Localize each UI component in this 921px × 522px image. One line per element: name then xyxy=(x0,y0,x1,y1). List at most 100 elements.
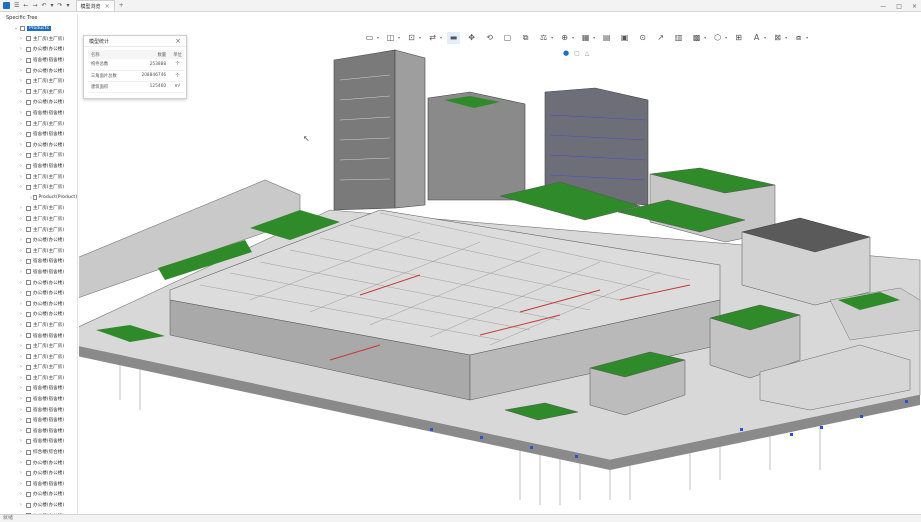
dropdown-caret-icon[interactable]: ▾ xyxy=(764,35,766,40)
tree-item[interactable]: ›办公楼(办公楼) xyxy=(0,500,77,511)
minimize-button[interactable]: — xyxy=(880,3,886,10)
box-icon[interactable]: ▢ xyxy=(574,50,580,57)
checkbox[interactable] xyxy=(26,407,31,413)
text-icon[interactable]: A xyxy=(750,32,763,44)
checkbox[interactable] xyxy=(26,57,31,63)
tree-item[interactable]: ›办公楼(办公楼) xyxy=(0,277,77,288)
checkbox[interactable] xyxy=(33,195,37,201)
checkbox[interactable] xyxy=(26,449,31,455)
document-tab[interactable]: 模型浏览 × xyxy=(75,0,115,11)
tree-item[interactable]: › 主厂房(主厂房) xyxy=(0,34,77,45)
grid-icon[interactable]: ▩ xyxy=(690,32,703,44)
checkbox[interactable] xyxy=(26,301,31,307)
undo-icon[interactable]: ↶ xyxy=(41,1,46,11)
checkbox[interactable] xyxy=(26,491,31,497)
properties-icon[interactable]: ▤ xyxy=(600,32,613,44)
menu-icon[interactable]: ☰ xyxy=(14,1,19,11)
checkbox[interactable] xyxy=(26,227,31,233)
tree-item[interactable]: › 主厂房(主厂房) xyxy=(0,373,77,384)
dropdown-caret-icon[interactable]: ▾ xyxy=(440,35,442,40)
checkbox[interactable] xyxy=(26,248,31,254)
transparency-icon[interactable]: ▦ xyxy=(579,32,592,44)
checkbox[interactable] xyxy=(26,417,31,423)
active-dot-icon[interactable]: ● xyxy=(563,49,569,57)
maximize-button[interactable]: □ xyxy=(896,3,902,10)
checkbox[interactable] xyxy=(26,460,31,466)
checkbox[interactable] xyxy=(20,25,25,31)
tree-item[interactable]: ›办公楼(办公楼) xyxy=(0,288,77,299)
tree-item[interactable]: ›办公楼(办公楼) xyxy=(0,97,77,108)
tree-item[interactable]: › 宿舍楼(宿舍楼) xyxy=(0,161,77,172)
tree-item[interactable]: › 主厂房(主厂房) xyxy=(0,87,77,98)
tree-item[interactable]: › 宿舍楼(宿舍楼) xyxy=(0,426,77,437)
checkbox[interactable] xyxy=(26,36,31,42)
snapshot-icon[interactable]: ⧈ xyxy=(792,32,805,44)
redo-icon[interactable]: ↷ xyxy=(58,1,63,11)
checkbox[interactable] xyxy=(26,280,31,286)
tree-item[interactable]: › 主厂房(主厂房) xyxy=(0,118,77,129)
tree-item[interactable]: › 宿舍楼(宿舍楼) xyxy=(0,108,77,119)
checkbox[interactable] xyxy=(26,311,31,317)
dropdown-caret-icon[interactable]: ▾ xyxy=(551,35,553,40)
back-icon[interactable]: ← xyxy=(23,1,28,11)
rendering-icon[interactable]: ▥ xyxy=(672,32,685,44)
tree-item[interactable]: › 综合楼(综合楼) xyxy=(0,447,77,458)
tree-item[interactable]: › 主厂房(主厂房) xyxy=(0,171,77,182)
dropdown-caret-icon[interactable]: ▾ xyxy=(593,35,595,40)
checkbox[interactable] xyxy=(26,396,31,402)
checkbox[interactable] xyxy=(26,470,31,476)
model-scene[interactable] xyxy=(79,14,921,514)
redo-dropdown-icon[interactable]: ▾ xyxy=(67,1,70,11)
tree-item[interactable]: ›办公楼(办公楼) xyxy=(0,65,77,76)
checkbox[interactable] xyxy=(26,502,31,508)
dropdown-caret-icon[interactable]: ▾ xyxy=(398,35,400,40)
walk-icon[interactable]: ⇄ xyxy=(426,32,439,44)
pan-icon[interactable]: ⧉ xyxy=(519,32,532,44)
forward-icon[interactable]: → xyxy=(32,1,37,11)
tree-item[interactable]: ›办公楼(办公楼) xyxy=(0,140,77,151)
tree-item[interactable]: ›办公楼(办公楼) xyxy=(0,309,77,320)
tree-item[interactable]: › 主厂房(主厂房) xyxy=(0,150,77,161)
tree-item[interactable]: › 主厂房(主厂房) xyxy=(0,351,77,362)
tree-item[interactable]: › 宿舍楼(宿舍楼) xyxy=(0,55,77,66)
fit-icon[interactable]: ⊠ xyxy=(771,32,784,44)
rotate-icon[interactable]: ✥ xyxy=(465,32,478,44)
checkbox[interactable] xyxy=(26,184,31,190)
checkbox[interactable] xyxy=(26,110,31,116)
checkbox[interactable] xyxy=(26,269,31,275)
tree-item[interactable]: › 主厂房(主厂房) xyxy=(0,362,77,373)
checkbox[interactable] xyxy=(26,216,31,222)
dropdown-caret-icon[interactable]: ▾ xyxy=(725,35,727,40)
cube-icon[interactable]: ⬡ xyxy=(711,32,724,44)
tree-item[interactable]: › 主厂房(主厂房) xyxy=(0,182,77,193)
checkbox[interactable] xyxy=(26,131,31,137)
checkbox[interactable] xyxy=(26,364,31,370)
checkbox[interactable] xyxy=(26,121,31,127)
tree-item[interactable]: › 宿舍楼(宿舍楼) xyxy=(0,267,77,278)
close-window-button[interactable]: × xyxy=(912,3,917,10)
checkbox[interactable] xyxy=(26,385,31,391)
checkbox[interactable] xyxy=(26,354,31,360)
checkbox[interactable] xyxy=(26,258,31,264)
dropdown-caret-icon[interactable]: ▾ xyxy=(806,35,808,40)
tree-item[interactable]: › 宿舍楼(宿舍楼) xyxy=(0,479,77,490)
tree-item[interactable]: › 主厂房(主厂房) xyxy=(0,320,77,331)
checkbox[interactable] xyxy=(26,163,31,169)
tree-item[interactable]: › 宿舍楼(宿舍楼) xyxy=(0,129,77,140)
checkbox[interactable] xyxy=(26,290,31,296)
checkbox[interactable] xyxy=(26,481,31,487)
settings-icon[interactable]: ⊞ xyxy=(732,32,745,44)
checkbox[interactable] xyxy=(26,46,31,52)
tree-root[interactable]: ⌄ Products xyxy=(0,23,77,34)
tree-item[interactable]: › 主厂房(主厂房) xyxy=(0,214,77,225)
tree-item[interactable]: ›办公楼(办公楼) xyxy=(0,468,77,479)
checkbox[interactable] xyxy=(26,343,31,349)
camera-icon[interactable]: ▬ xyxy=(447,31,461,44)
triangle-icon[interactable]: △ xyxy=(585,50,590,57)
dropdown-caret-icon[interactable]: ▾ xyxy=(377,35,379,40)
close-icon[interactable]: × xyxy=(175,37,181,45)
tree-item[interactable]: ›办公楼(办公楼) xyxy=(0,235,77,246)
markup-icon[interactable]: ↗ xyxy=(654,32,667,44)
checkbox[interactable] xyxy=(26,174,31,180)
checkbox[interactable] xyxy=(26,237,31,243)
